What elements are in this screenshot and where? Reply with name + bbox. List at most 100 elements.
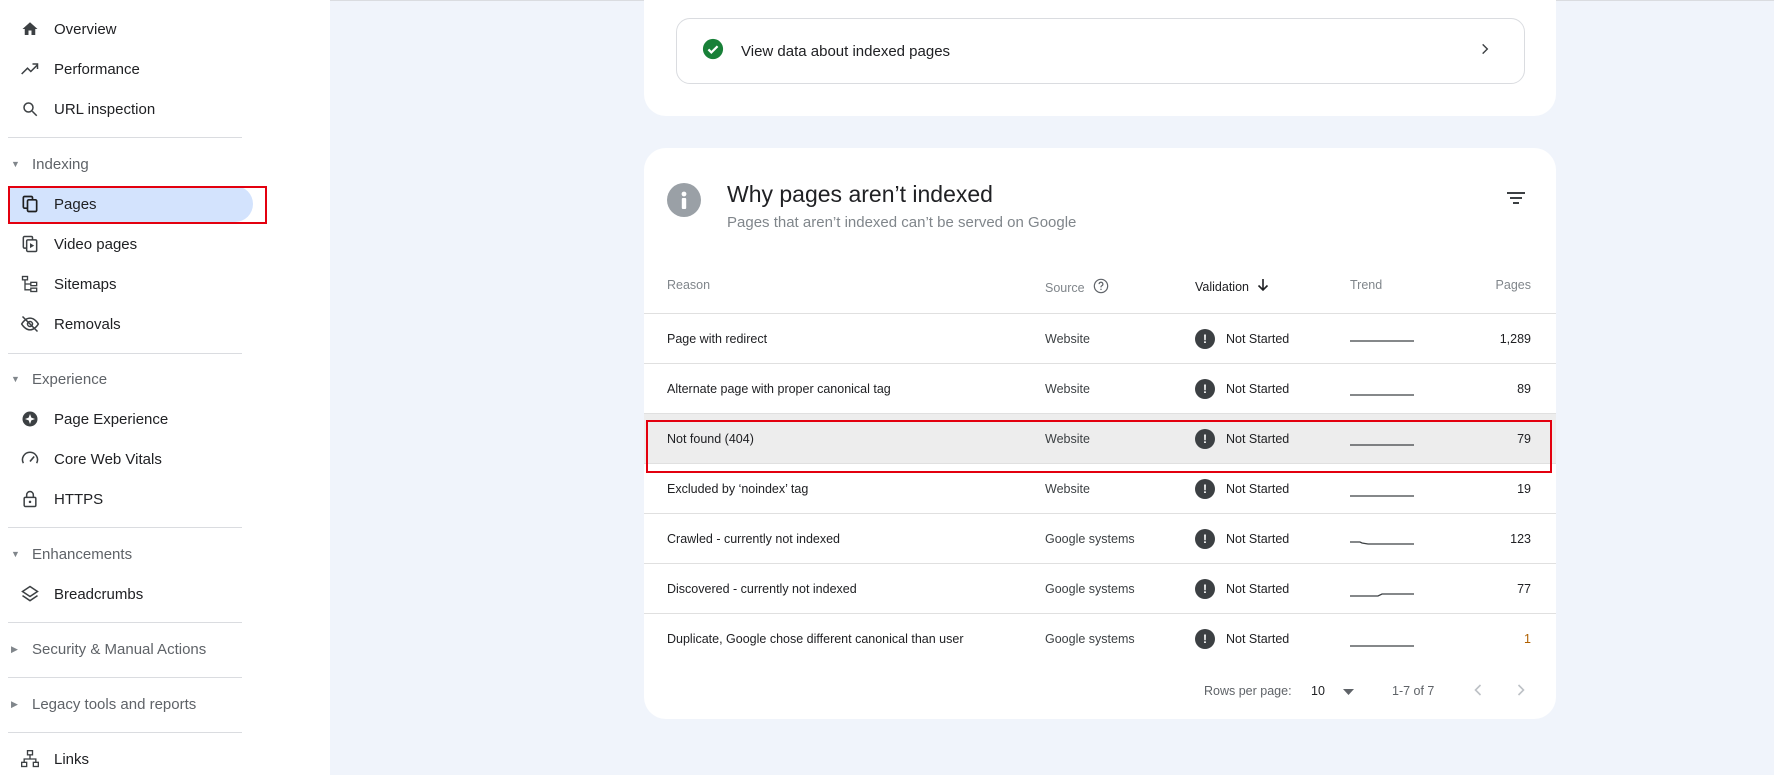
divider bbox=[8, 137, 242, 138]
sidebar-item-label: HTTPS bbox=[54, 490, 104, 508]
validation-status: Not Started bbox=[1226, 532, 1290, 546]
validation-status: Not Started bbox=[1226, 482, 1290, 496]
visibility-off-icon bbox=[20, 314, 40, 334]
divider bbox=[8, 353, 242, 354]
column-header-validation[interactable]: Validation bbox=[1195, 278, 1269, 295]
sidebar-item-label: URL inspection bbox=[54, 100, 156, 118]
section-enhancements[interactable]: ▼ Enhancements bbox=[8, 542, 132, 566]
validation-cell: ! Not Started bbox=[1195, 614, 1289, 664]
sidebar-item-label: Breadcrumbs bbox=[54, 585, 144, 603]
trend-sparkline bbox=[1350, 564, 1416, 614]
table-row[interactable]: Page with redirect Website! Not Started 1,2… bbox=[644, 313, 1556, 363]
filter-icon[interactable] bbox=[1506, 190, 1526, 211]
chevron-right-icon bbox=[1478, 42, 1492, 61]
layers-icon bbox=[20, 584, 40, 604]
column-header-trend[interactable]: Trend bbox=[1350, 278, 1382, 292]
column-header-pages[interactable]: Pages bbox=[1496, 278, 1531, 292]
view-indexed-pages-link[interactable]: View data about indexed pages bbox=[676, 18, 1525, 84]
sidebar-item-removals[interactable]: Removals bbox=[8, 306, 253, 342]
lock-icon bbox=[20, 489, 40, 509]
sidebar-item-https[interactable]: HTTPS bbox=[8, 481, 253, 517]
sidebar-item-links[interactable]: Links bbox=[8, 741, 253, 775]
source-cell: Website bbox=[1045, 332, 1090, 346]
help-icon[interactable] bbox=[1093, 278, 1109, 297]
indexed-pages-card: View data about indexed pages bbox=[644, 0, 1556, 116]
alert-icon: ! bbox=[1195, 379, 1215, 399]
sidebar-item-page-experience[interactable]: Page Experience bbox=[8, 401, 253, 437]
source-cell: Website bbox=[1045, 382, 1090, 396]
caret-right-icon: ▶ bbox=[11, 643, 18, 654]
highlight-box bbox=[8, 186, 267, 224]
arrow-down-icon bbox=[1257, 278, 1269, 295]
indexed-pages-label: View data about indexed pages bbox=[741, 42, 951, 60]
alert-icon: ! bbox=[1195, 629, 1215, 649]
pages-count-cell: 123 bbox=[1510, 532, 1531, 546]
reason-cell: Duplicate, Google chose different canoni… bbox=[667, 632, 964, 646]
alert-icon: ! bbox=[1195, 329, 1215, 349]
next-page-button[interactable] bbox=[1509, 678, 1533, 702]
trend-sparkline bbox=[1350, 614, 1416, 664]
table-row[interactable]: Discovered - currently not indexed Google… bbox=[644, 563, 1556, 613]
validation-status: Not Started bbox=[1226, 382, 1290, 396]
divider bbox=[8, 732, 242, 733]
trend-sparkline bbox=[1350, 364, 1416, 414]
validation-cell: ! Not Started bbox=[1195, 314, 1289, 364]
table-row[interactable]: Alternate page with proper canonical tag… bbox=[644, 363, 1556, 413]
sidebar: Overview Performance URL inspection ▼ In… bbox=[0, 0, 330, 775]
table-row[interactable]: Crawled - currently not indexed Google sy… bbox=[644, 513, 1556, 563]
trend-sparkline bbox=[1350, 514, 1416, 564]
previous-page-button[interactable] bbox=[1466, 678, 1490, 702]
highlight-box bbox=[646, 420, 1552, 473]
source-cell: Google systems bbox=[1045, 632, 1135, 646]
validation-cell: ! Not Started bbox=[1195, 364, 1289, 414]
caret-down-icon: ▼ bbox=[11, 549, 20, 559]
section-indexing[interactable]: ▼ Indexing bbox=[8, 152, 89, 176]
source-cell: Google systems bbox=[1045, 582, 1135, 596]
sidebar-item-sitemaps[interactable]: Sitemaps bbox=[8, 266, 253, 302]
page-experience-icon bbox=[20, 409, 40, 429]
source-cell: Google systems bbox=[1045, 532, 1135, 546]
home-icon bbox=[20, 19, 40, 39]
sidebar-item-url-inspection[interactable]: URL inspection bbox=[8, 91, 253, 127]
sidebar-item-label: Core Web Vitals bbox=[54, 450, 162, 468]
reason-cell: Discovered - currently not indexed bbox=[667, 582, 857, 596]
video-pages-icon bbox=[20, 234, 40, 254]
trending-up-icon bbox=[20, 59, 40, 79]
validation-status: Not Started bbox=[1226, 632, 1290, 646]
table-row[interactable]: Duplicate, Google chose different canoni… bbox=[644, 613, 1556, 663]
column-header-reason[interactable]: Reason bbox=[667, 278, 710, 292]
sidebar-item-label: Links bbox=[54, 750, 90, 768]
dropdown-arrow-icon bbox=[1342, 684, 1354, 698]
sidebar-item-core-web-vitals[interactable]: Core Web Vitals bbox=[8, 441, 253, 477]
reason-cell: Alternate page with proper canonical tag bbox=[667, 382, 891, 396]
divider bbox=[8, 677, 242, 678]
column-header-source[interactable]: Source bbox=[1045, 278, 1109, 297]
sitemap-icon bbox=[20, 274, 40, 294]
validation-status: Not Started bbox=[1226, 332, 1290, 346]
divider bbox=[8, 622, 242, 623]
pages-count-cell: 1,289 bbox=[1499, 332, 1531, 346]
divider bbox=[8, 527, 242, 528]
caret-down-icon: ▼ bbox=[11, 374, 20, 384]
check-circle-icon bbox=[702, 38, 724, 65]
sidebar-item-breadcrumbs[interactable]: Breadcrumbs bbox=[8, 576, 253, 612]
rows-per-page-select[interactable]: 10 bbox=[1311, 684, 1354, 698]
sidebar-item-video-pages[interactable]: Video pages bbox=[8, 226, 253, 262]
sidebar-item-label: Removals bbox=[54, 315, 121, 333]
section-legacy[interactable]: ▶ Legacy tools and reports bbox=[8, 692, 196, 716]
pages-count-cell: 1 bbox=[1524, 632, 1531, 646]
alert-icon: ! bbox=[1195, 579, 1215, 599]
alert-icon: ! bbox=[1195, 479, 1215, 499]
sidebar-item-label: Performance bbox=[54, 60, 140, 78]
trend-sparkline bbox=[1350, 314, 1416, 364]
sidebar-item-overview[interactable]: Overview bbox=[8, 11, 253, 47]
sidebar-item-label: Video pages bbox=[54, 235, 138, 253]
pages-count-cell: 89 bbox=[1517, 382, 1531, 396]
rows-per-page-label: Rows per page: bbox=[1204, 684, 1292, 698]
sidebar-item-label: Sitemaps bbox=[54, 275, 117, 293]
pages-count-cell: 77 bbox=[1517, 582, 1531, 596]
sidebar-item-performance[interactable]: Performance bbox=[8, 51, 253, 87]
sidebar-item-label: Overview bbox=[54, 20, 117, 38]
section-security[interactable]: ▶ Security & Manual Actions bbox=[8, 637, 206, 661]
section-experience[interactable]: ▼ Experience bbox=[8, 367, 107, 391]
